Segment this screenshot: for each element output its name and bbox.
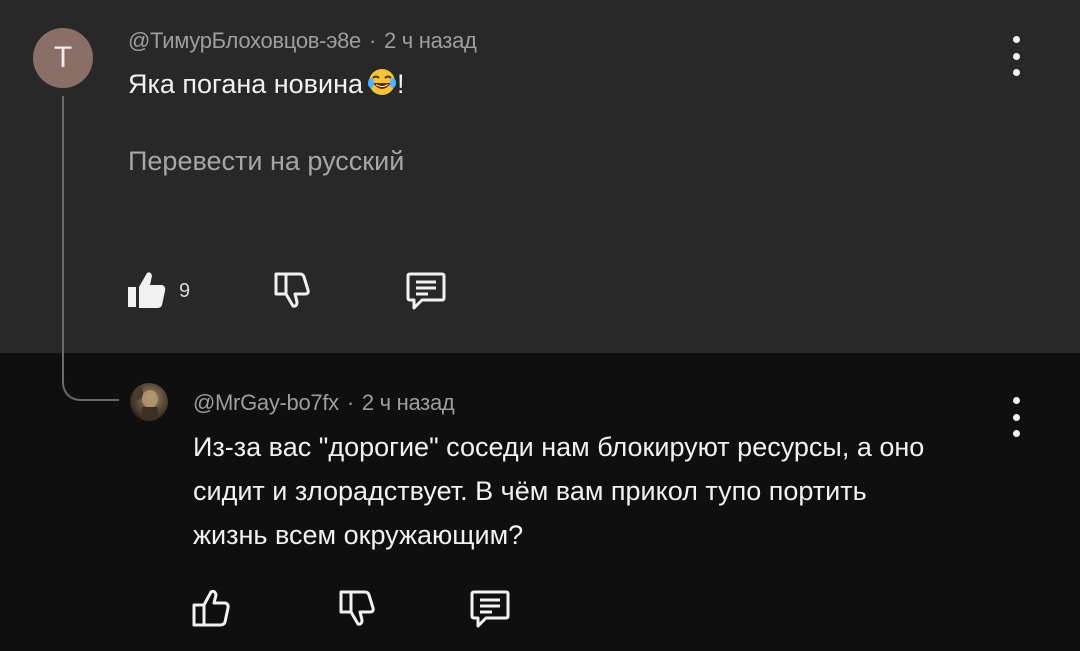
avatar[interactable]: Т (33, 28, 93, 88)
reply-more-options-icon[interactable] (1011, 397, 1021, 437)
reply-avatar-image (133, 386, 158, 421)
reply-avatar[interactable] (130, 383, 168, 421)
comment-time[interactable]: 2 ч назад (384, 28, 477, 53)
comment-card: Т @ТимурБлоховцов-э8е · 2 ч назад Яка пога… (0, 0, 1080, 353)
reply-like-icon[interactable] (190, 588, 232, 628)
comment-author[interactable]: @ТимурБлоховцов-э8е (128, 28, 361, 53)
reply-time[interactable]: 2 ч назад (362, 390, 455, 415)
avatar-letter: Т (53, 41, 73, 74)
comment-text: Яка погана новина ! (128, 62, 405, 106)
thread-connector-branch (79, 399, 119, 401)
translate-link[interactable]: Перевести на русский (128, 146, 404, 177)
reply-text-line: жизнь всем окружающим? (193, 520, 524, 550)
dislike-icon[interactable] (272, 270, 314, 310)
more-options-icon[interactable] (1011, 36, 1021, 76)
comment-meta: @ТимурБлоховцов-э8е · 2 ч назад (128, 28, 477, 54)
thread-connector-line (62, 96, 80, 401)
reply-author[interactable]: @MrGay-bo7fx (193, 390, 339, 415)
reply-text: Из-за вас "дорогие" соседи нам блокируют… (193, 425, 924, 557)
comment-text-main: Яка погана новина (128, 69, 364, 99)
like-count: 9 (179, 280, 191, 302)
like-filled-icon[interactable] (126, 270, 168, 310)
reply-reply-icon[interactable] (468, 586, 512, 630)
laughing-tears-emoji-icon (368, 69, 397, 95)
meta-separator: · (346, 390, 354, 415)
reply-text-line: сидит и злорадствует. В чём вам прикол т… (193, 476, 867, 506)
comment-text-suffix: ! (397, 69, 405, 99)
reply-meta: @MrGay-bo7fx · 2 ч назад (193, 390, 455, 416)
reply-text-line: Из-за вас "дорогие" соседи нам блокируют… (193, 432, 925, 462)
meta-separator: · (369, 28, 377, 53)
reply-dislike-icon[interactable] (337, 588, 379, 628)
reply-comment-icon[interactable] (404, 268, 448, 312)
